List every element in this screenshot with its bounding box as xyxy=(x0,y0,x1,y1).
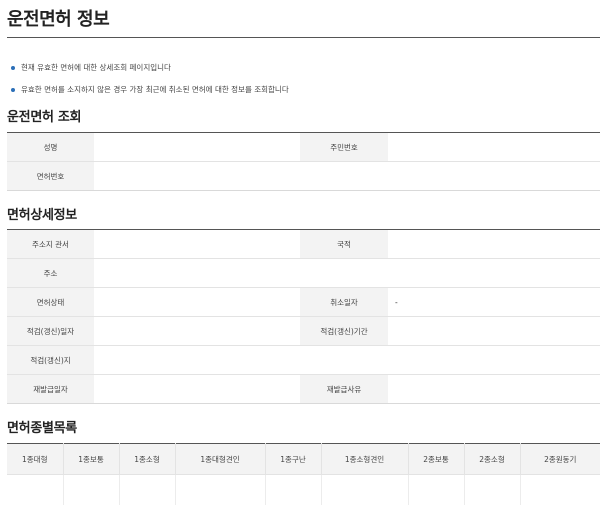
status-value xyxy=(94,288,300,317)
license-no-value xyxy=(94,162,600,191)
column-header: 1종대형 xyxy=(7,444,63,475)
cancel-date-value: - xyxy=(388,288,600,317)
detail-section-title: 면허상세정보 xyxy=(7,204,77,223)
notice-text: 유효한 면허를 소지하지 않은 경우 가장 최근에 취소된 면허에 대한 정보를… xyxy=(21,85,289,94)
notice-text: 현재 유효한 면허에 대한 상세조회 페이지입니다 xyxy=(21,63,171,72)
name-label: 성명 xyxy=(7,133,94,162)
table-row: 주소 xyxy=(7,259,600,288)
name-value xyxy=(94,133,300,162)
test-period-value xyxy=(388,317,600,346)
types-section-title: 면허종별목록 xyxy=(7,417,77,436)
column-header: 2종소형 xyxy=(464,444,520,475)
license-info-page: 운전면허 정보 현재 유효한 면허에 대한 상세조회 페이지입니다 유효한 면허… xyxy=(0,0,600,501)
table-cell xyxy=(265,475,321,505)
test-place-value xyxy=(94,346,600,375)
table-cell xyxy=(520,475,600,505)
column-header: 1종소형 xyxy=(119,444,175,475)
table-header-row: 1종대형 1종보통 1종소형 1종대형견인 1종구난 1종소형견인 2종보통 2… xyxy=(7,444,600,475)
table-row xyxy=(7,475,600,505)
column-header: 2종보통 xyxy=(408,444,464,475)
table-row: 성명 주민번호 xyxy=(7,133,600,162)
table-row: 주소지 관서 국적 xyxy=(7,230,600,259)
table-cell xyxy=(175,475,265,505)
reissue-reason-label: 재발급사유 xyxy=(300,375,388,404)
table-cell xyxy=(408,475,464,505)
column-header: 1종대형견인 xyxy=(175,444,265,475)
nationality-label: 국적 xyxy=(300,230,388,259)
table-cell xyxy=(119,475,175,505)
column-header: 1종구난 xyxy=(265,444,321,475)
column-header: 2종원동기 xyxy=(520,444,600,475)
column-header: 1종보통 xyxy=(63,444,119,475)
table-row: 재발급일자 재발급사유 xyxy=(7,375,600,404)
notice-item: 현재 유효한 면허에 대한 상세조회 페이지입니다 xyxy=(7,61,597,83)
detail-table: 주소지 관서 국적 주소 면허상태 취소일자 - 적검(갱신)일자 적검(갱신)… xyxy=(7,229,600,404)
lookup-section-title: 운전면허 조회 xyxy=(7,106,81,125)
license-types-table: 1종대형 1종보통 1종소형 1종대형견인 1종구난 1종소형견인 2종보통 2… xyxy=(7,443,600,505)
page-title: 운전면허 정보 xyxy=(7,5,109,31)
status-label: 면허상태 xyxy=(7,288,94,317)
jurisdiction-label: 주소지 관서 xyxy=(7,230,94,259)
notice-list: 현재 유효한 면허에 대한 상세조회 페이지입니다 유효한 면허를 소지하지 않… xyxy=(7,61,597,105)
table-cell xyxy=(321,475,408,505)
table-cell xyxy=(464,475,520,505)
resident-no-label: 주민번호 xyxy=(300,133,388,162)
resident-no-value xyxy=(388,133,600,162)
test-place-label: 적검(갱신)지 xyxy=(7,346,94,375)
title-divider xyxy=(7,37,600,38)
test-date-label: 적검(갱신)일자 xyxy=(7,317,94,346)
table-row: 면허번호 xyxy=(7,162,600,191)
table-row: 적검(갱신)지 xyxy=(7,346,600,375)
nationality-value xyxy=(388,230,600,259)
reissue-reason-value xyxy=(388,375,600,404)
table-row: 면허상태 취소일자 - xyxy=(7,288,600,317)
table-cell xyxy=(7,475,63,505)
jurisdiction-value xyxy=(94,230,300,259)
license-no-label: 면허번호 xyxy=(7,162,94,191)
bullet-icon xyxy=(11,88,15,92)
reissue-date-label: 재발급일자 xyxy=(7,375,94,404)
address-label: 주소 xyxy=(7,259,94,288)
lookup-table: 성명 주민번호 면허번호 xyxy=(7,132,600,191)
notice-item: 유효한 면허를 소지하지 않은 경우 가장 최근에 취소된 면허에 대한 정보를… xyxy=(7,83,597,105)
test-date-value xyxy=(94,317,300,346)
table-row: 적검(갱신)일자 적검(갱신)기간 xyxy=(7,317,600,346)
bullet-icon xyxy=(11,66,15,70)
reissue-date-value xyxy=(94,375,300,404)
test-period-label: 적검(갱신)기간 xyxy=(300,317,388,346)
cancel-date-label: 취소일자 xyxy=(300,288,388,317)
column-header: 1종소형견인 xyxy=(321,444,408,475)
address-value xyxy=(94,259,600,288)
table-cell xyxy=(63,475,119,505)
